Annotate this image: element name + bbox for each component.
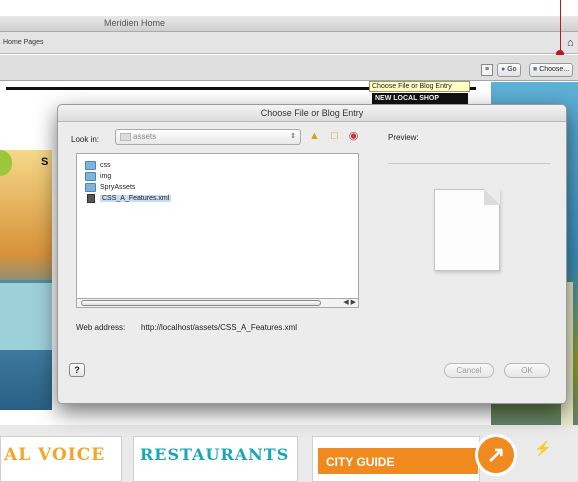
choose-button[interactable]: ■ Choose... bbox=[529, 63, 574, 77]
preview-divider bbox=[388, 163, 550, 164]
list-item-selected[interactable]: CSS_A_Features.xml bbox=[85, 193, 172, 204]
file-name: CSS_A_Features.xml bbox=[100, 195, 172, 202]
folder-icon bbox=[85, 161, 96, 170]
document-fold bbox=[484, 189, 500, 205]
nav-tab-letter[interactable]: S bbox=[41, 156, 48, 168]
restaurants-title: RESTAURANTS bbox=[140, 445, 290, 464]
scrollbar-thumb[interactable] bbox=[81, 300, 321, 306]
ok-button[interactable]: OK bbox=[504, 363, 550, 378]
web-address-label: Web address: bbox=[76, 323, 126, 332]
look-in-value: assets bbox=[133, 132, 157, 141]
new-folder-icon[interactable]: □ bbox=[328, 130, 341, 142]
help-button[interactable]: ? bbox=[69, 363, 85, 377]
select-arrows-icon: ⇕ bbox=[290, 133, 296, 140]
window-title: Meridien Home bbox=[104, 18, 166, 28]
local-voice-title: AL VOICE bbox=[4, 445, 106, 465]
guide-arrow-icon[interactable]: ↗ bbox=[475, 434, 517, 476]
scroll-arrows-icon[interactable]: ◀ ▶ bbox=[343, 298, 356, 306]
file-list[interactable]: css img SpryAssets CSS_A_Features.xml bbox=[76, 153, 359, 301]
go-button-label: Go bbox=[507, 66, 517, 73]
app-title-bar: Meridien Home bbox=[0, 16, 578, 32]
list-item[interactable]: img bbox=[85, 171, 111, 182]
site-root-icon[interactable]: ◉ bbox=[347, 130, 360, 142]
choose-file-dialog: Choose File or Blog Entry Look in: asset… bbox=[57, 104, 567, 404]
city-illustration bbox=[0, 150, 52, 410]
document-icon bbox=[434, 189, 500, 271]
file-name: img bbox=[100, 173, 112, 180]
list-item[interactable]: css bbox=[85, 160, 111, 171]
city-guide-title: CITY GUIDE bbox=[326, 455, 395, 469]
list-item[interactable]: SpryAssets bbox=[85, 182, 135, 193]
cancel-button[interactable]: Cancel bbox=[444, 363, 494, 378]
horizontal-scrollbar[interactable]: ◀ ▶ bbox=[76, 298, 359, 308]
dialog-title: Choose File or Blog Entry bbox=[58, 105, 566, 122]
home-icon[interactable]: ⌂ bbox=[567, 38, 578, 49]
web-address-value: http://localhost/assets/CSS_A_Features.x… bbox=[141, 323, 298, 332]
document-icon bbox=[87, 194, 95, 203]
expand-icon[interactable]: ≡ bbox=[481, 64, 493, 76]
folder-icon: ■ bbox=[533, 66, 538, 73]
callout-line bbox=[560, 0, 561, 52]
folder-icon bbox=[85, 172, 96, 181]
look-in-label: Look in: bbox=[71, 135, 100, 144]
breadcrumb-bar: Home Pages bbox=[0, 32, 578, 54]
preview-label: Preview: bbox=[388, 133, 419, 142]
bus-illustration bbox=[0, 280, 52, 350]
go-button[interactable]: ● Go bbox=[497, 63, 521, 77]
choose-button-label: Choose... bbox=[539, 66, 570, 73]
globe-icon: ● bbox=[501, 66, 506, 73]
choose-tooltip: Choose File or Blog Entry bbox=[369, 81, 470, 92]
folder-icon bbox=[85, 183, 96, 192]
city-guide-banner[interactable]: CITY GUIDE bbox=[318, 448, 478, 474]
plug-icon: ⚡ bbox=[534, 440, 552, 456]
folder-icon bbox=[120, 133, 131, 141]
breadcrumb[interactable]: Home Pages bbox=[3, 39, 43, 46]
file-name: css bbox=[100, 162, 111, 169]
file-name: SpryAssets bbox=[100, 184, 136, 191]
up-folder-icon[interactable]: ▲ bbox=[308, 130, 321, 142]
look-in-select[interactable]: assets ⇕ bbox=[115, 129, 301, 145]
